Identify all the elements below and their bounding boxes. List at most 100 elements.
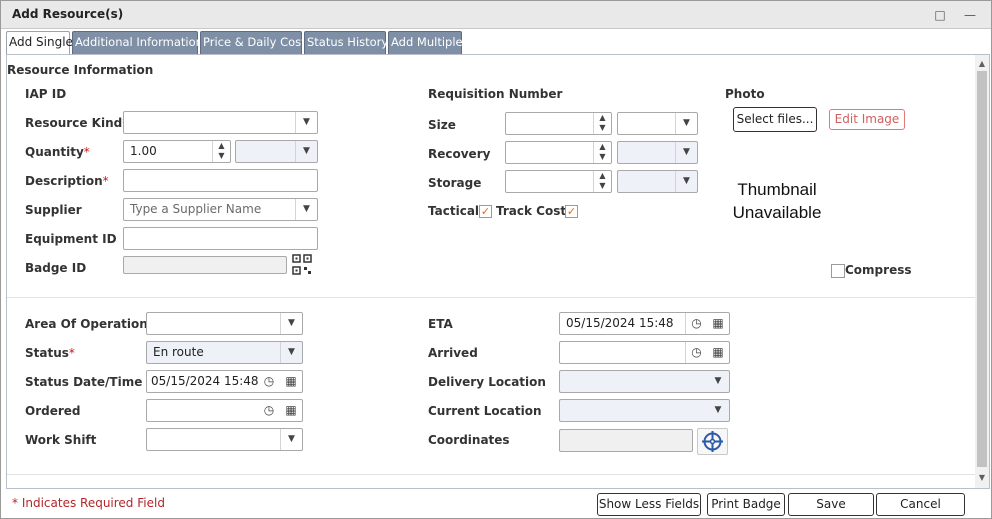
tab-add-multiple[interactable]: Add Multiple — [388, 31, 463, 54]
label-recovery: Recovery — [428, 147, 491, 161]
spinner-icon[interactable]: ▲ ▼ — [593, 142, 611, 163]
resource-kind-dropdown[interactable]: ▼ — [123, 111, 318, 134]
calendar-icon[interactable]: ▦ — [707, 313, 729, 334]
work-shift-dropdown[interactable]: ▼ — [146, 428, 303, 451]
storage-stepper[interactable]: ▲ ▼ — [505, 170, 612, 193]
description-field[interactable] — [123, 169, 318, 192]
scroll-thumb[interactable] — [977, 71, 987, 467]
recovery-stepper[interactable]: ▲ ▼ — [505, 141, 612, 164]
label-current-location: Current Location — [428, 404, 542, 418]
label-track-cost: Track Cost — [496, 204, 567, 218]
label-equipment-id: Equipment ID — [25, 232, 117, 246]
area-of-operation-dropdown[interactable]: ▼ — [146, 312, 303, 335]
show-less-fields-button[interactable]: Show Less Fields — [597, 493, 701, 516]
clock-icon[interactable]: ◷ — [258, 400, 280, 421]
status-dropdown[interactable]: En route ▼ — [146, 341, 303, 364]
recovery-unit-dropdown[interactable]: ▼ — [617, 141, 698, 164]
minimize-icon[interactable]: — — [962, 7, 978, 23]
label-photo: Photo — [725, 87, 765, 101]
chevron-down-icon: ▼ — [295, 141, 317, 162]
badge-id-field — [123, 256, 287, 274]
current-location-dropdown[interactable]: ▼ — [559, 399, 730, 422]
chevron-down-icon: ▼ — [675, 113, 697, 134]
chevron-down-icon: ▼ — [675, 142, 697, 163]
spinner-icon[interactable]: ▲ ▼ — [593, 171, 611, 192]
label-tactical: Tactical — [428, 204, 480, 218]
maximize-icon[interactable]: □ — [932, 7, 948, 23]
compress-checkbox[interactable] — [831, 264, 845, 278]
label-storage: Storage — [428, 176, 482, 190]
edit-image-button[interactable]: Edit Image — [829, 109, 905, 130]
calendar-icon[interactable]: ▦ — [280, 400, 302, 421]
label-size: Size — [428, 118, 456, 132]
calendar-icon[interactable]: ▦ — [707, 342, 729, 363]
label-description: Description* — [25, 174, 109, 188]
bottom-divider — [7, 474, 975, 475]
supplier-combobox[interactable]: Type a Supplier Name ▼ — [123, 198, 318, 221]
chevron-down-icon: ▼ — [295, 112, 317, 133]
print-badge-button[interactable]: Print Badge — [707, 493, 785, 516]
form-panel: Resource Information IAP ID Resource Kin… — [6, 54, 990, 489]
calendar-icon[interactable]: ▦ — [280, 371, 302, 392]
scroll-down-icon[interactable]: ▼ — [975, 471, 989, 485]
clock-icon[interactable]: ◷ — [685, 313, 707, 334]
label-eta: ETA — [428, 317, 453, 331]
label-status: Status* — [25, 346, 75, 360]
storage-unit-dropdown[interactable]: ▼ — [617, 170, 698, 193]
vertical-scrollbar[interactable]: ▲ ▼ — [975, 55, 989, 488]
label-work-shift: Work Shift — [25, 433, 97, 447]
scroll-up-icon[interactable]: ▲ — [975, 57, 989, 71]
label-badge-id: Badge ID — [25, 261, 87, 275]
chevron-down-icon: ▼ — [280, 342, 302, 363]
clock-icon[interactable]: ◷ — [685, 342, 707, 363]
label-resource-kind: Resource Kind* — [25, 116, 128, 130]
arrived-datetime-picker[interactable]: ◷ ▦ — [559, 341, 730, 364]
locate-button[interactable] — [697, 428, 728, 455]
coordinates-field — [559, 429, 693, 452]
track-cost-checkbox[interactable]: ✓ — [565, 205, 578, 218]
label-supplier: Supplier — [25, 203, 82, 217]
size-unit-dropdown[interactable]: ▼ — [617, 112, 698, 135]
save-button[interactable]: Save — [788, 493, 874, 516]
tab-status-history[interactable]: Status History — [304, 31, 388, 54]
select-files-button[interactable]: Select files... — [733, 107, 817, 132]
dialog-title: Add Resource(s) — [12, 7, 124, 21]
chevron-down-icon: ▼ — [280, 313, 302, 334]
label-status-datetime: Status Date/Time — [25, 375, 143, 389]
size-stepper[interactable]: ▲ ▼ — [505, 112, 612, 135]
tab-additional-information[interactable]: Additional Information — [72, 31, 203, 54]
required-field-note: * Indicates Required Field — [12, 496, 165, 510]
ordered-datetime-picker[interactable]: ◷ ▦ — [146, 399, 303, 422]
equipment-id-field[interactable] — [123, 227, 318, 250]
chevron-down-icon: ▼ — [675, 171, 697, 192]
thumbnail-placeholder: Thumbnail Unavailable — [732, 180, 822, 222]
label-delivery-location: Delivery Location — [428, 375, 546, 389]
clock-icon[interactable]: ◷ — [258, 371, 280, 392]
section-divider — [7, 297, 975, 298]
label-iap-id: IAP ID — [25, 87, 67, 101]
status-datetime-picker[interactable]: 05/15/2024 15:48 ◷ ▦ — [146, 370, 303, 393]
label-requisition-number: Requisition Number — [428, 87, 563, 101]
label-area-of-operation: Area Of Operation* — [25, 317, 154, 331]
cancel-button[interactable]: Cancel — [876, 493, 965, 516]
qr-code-icon[interactable] — [292, 254, 312, 276]
spinner-icon[interactable]: ▲ ▼ — [212, 141, 230, 162]
tab-add-single[interactable]: Add Single — [6, 31, 73, 55]
eta-datetime-picker[interactable]: 05/15/2024 15:48 ◷ ▦ — [559, 312, 730, 335]
label-arrived: Arrived — [428, 346, 478, 360]
add-resource-dialog: Add Resource(s) □ — Add Single Additiona… — [0, 0, 992, 519]
chevron-down-icon: ▼ — [714, 376, 722, 386]
tactical-checkbox[interactable]: ✓ — [479, 205, 492, 218]
tab-price-daily-cost[interactable]: Price & Daily Cost — [200, 31, 306, 54]
quantity-stepper[interactable]: 1.00 ▲ ▼ — [123, 140, 231, 163]
crosshair-icon — [702, 431, 723, 452]
label-coordinates: Coordinates — [428, 433, 510, 447]
spinner-icon[interactable]: ▲ ▼ — [593, 113, 611, 134]
chevron-down-icon: ▼ — [280, 429, 302, 450]
label-quantity: Quantity* — [25, 145, 90, 159]
delivery-location-dropdown[interactable]: ▼ — [559, 370, 730, 393]
quantity-unit-dropdown[interactable]: ▼ — [235, 140, 318, 163]
section-title-resource-information: Resource Information — [7, 63, 154, 77]
chevron-down-icon: ▼ — [295, 199, 317, 220]
label-ordered: Ordered — [25, 404, 81, 418]
